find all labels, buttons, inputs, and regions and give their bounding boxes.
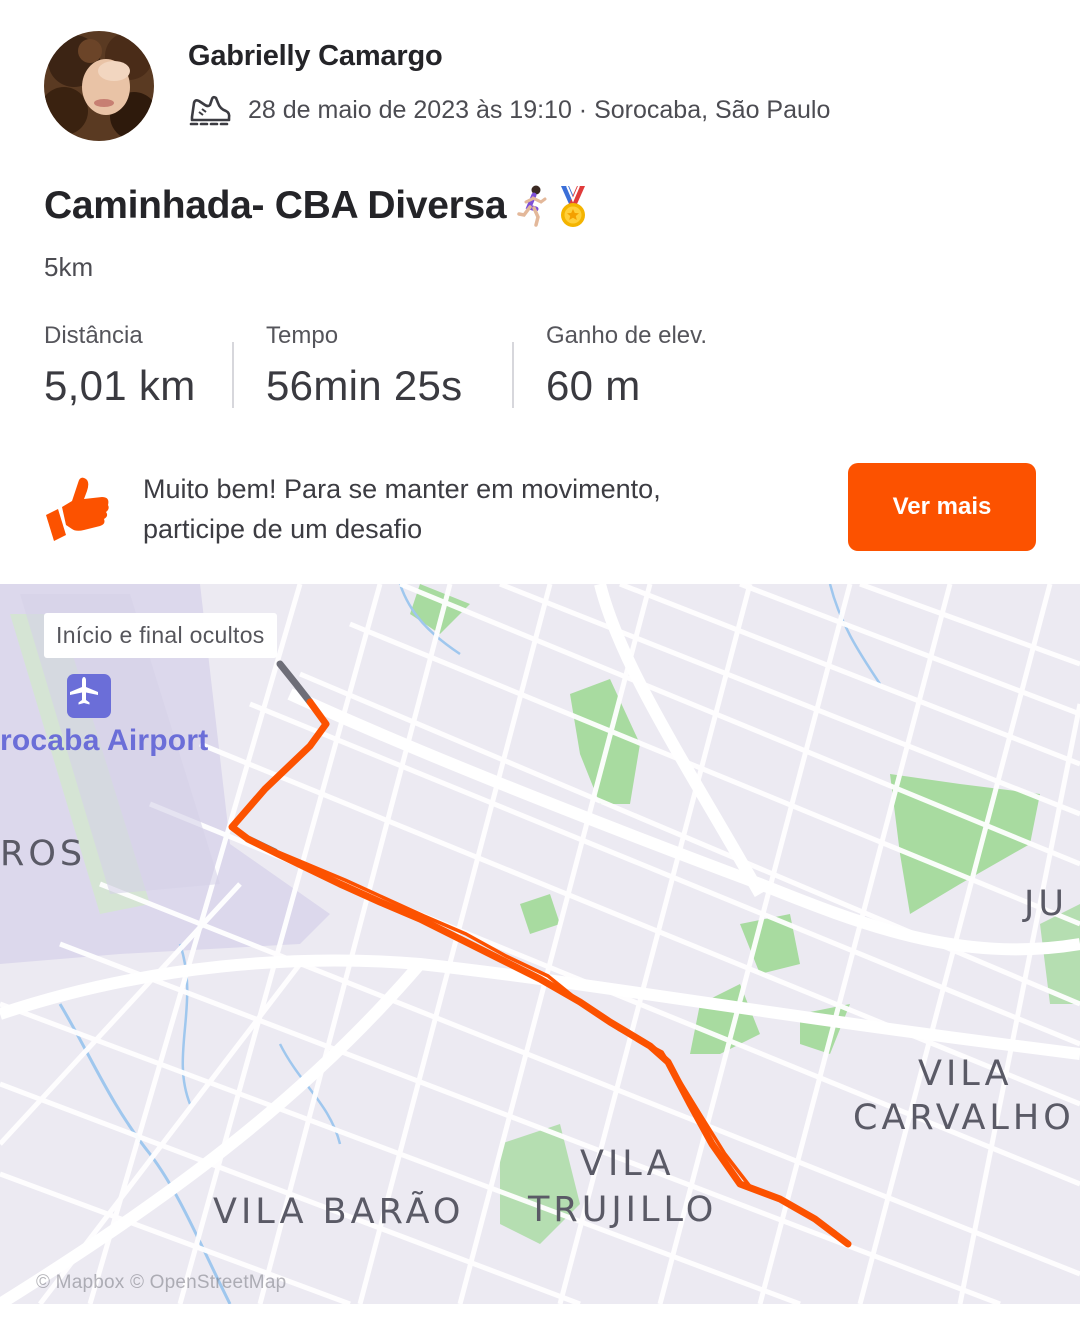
neighborhood-label: TRUJILLO [528,1190,718,1230]
neighborhood-label: VILA BARÃO [213,1192,465,1232]
airplane-icon [67,674,111,718]
activity-title: Caminhada- CBA Diversa [44,184,590,228]
challenge-text-line: participe de um desafio [143,514,423,544]
avatar[interactable] [44,31,154,141]
activity-description: 5km [44,252,94,282]
activity-meta: 28 de maio de 2023 às 19:10 · Sorocaba, … [188,92,830,128]
map-attribution: © Mapbox © OpenStreetMap [36,1272,287,1293]
stat-label: Tempo [266,322,339,349]
stat-divider [232,342,234,408]
airport-label: rocaba Airport [0,724,209,757]
challenge-text: Muito bem! Para se manter em movimento, … [143,469,763,549]
thumbs-up-icon [46,477,109,541]
challenge-text-line: Muito bem! Para se manter em movimento, [143,474,661,504]
stat-label: Ganho de elev. [546,322,708,349]
stat-elevation: Ganho de elev. 60 m [546,322,746,412]
stat-value: 5,01 km [44,362,196,409]
woman-running-icon [517,185,547,227]
ver-mais-button[interactable]: Ver mais [848,463,1036,551]
challenge-prompt: Muito bem! Para se manter em movimento, … [0,455,1080,565]
stat-label: Distância [44,322,143,349]
hidden-start-end-badge: Início e final ocultos [44,613,277,658]
activity-date-location: 28 de maio de 2023 às 19:10 · Sorocaba, … [248,95,831,124]
neighborhood-label: JU [1024,884,1068,924]
walking-shoe-icon [189,95,231,126]
stat-distance: Distância 5,01 km [44,322,232,412]
route-map[interactable]: Início e final ocultos rocaba Airport RO… [0,584,1080,1304]
stat-divider [512,342,514,408]
neighborhood-label: VILA [918,1054,1013,1094]
stat-time: Tempo 56min 25s [266,322,512,412]
neighborhood-label: VILA [580,1144,675,1184]
neighborhood-label: ROS [0,834,87,874]
activity-title-text: Caminhada- CBA Diversa [44,184,507,227]
athlete-name[interactable]: Gabrielly Camargo [188,40,443,73]
medal-icon [561,185,586,227]
stat-value: 56min 25s [266,362,463,409]
stat-value: 60 m [546,362,641,409]
activity-header: Gabrielly Camargo 28 de maio de 2023 às … [0,0,1080,160]
neighborhood-label: CARVALHO [853,1098,1075,1138]
stats-row: Distância 5,01 km Tempo 56min 25s Ganho … [44,322,746,412]
